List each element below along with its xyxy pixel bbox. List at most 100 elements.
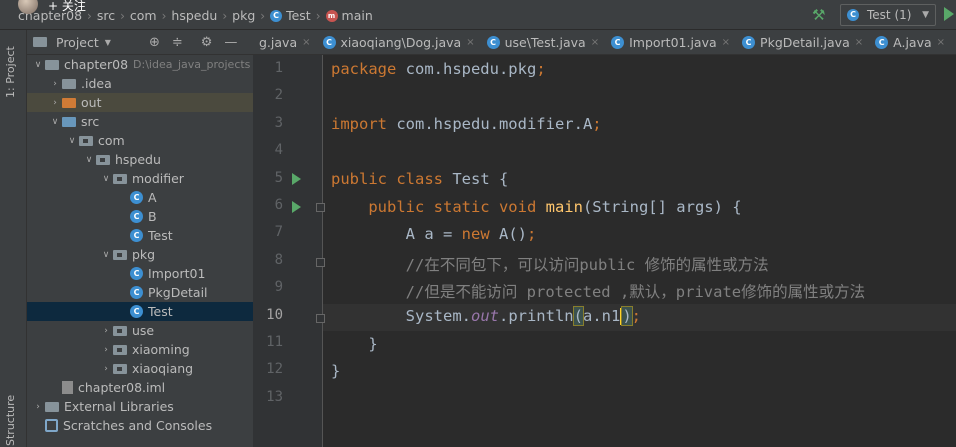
fold-marker-icon[interactable]: [316, 203, 325, 212]
run-main-icon[interactable]: [292, 201, 301, 213]
hide-panel-icon[interactable]: —: [224, 35, 237, 50]
class-icon: C: [130, 191, 143, 204]
line-number[interactable]: 11: [253, 334, 283, 350]
tree-item-chapter08[interactable]: ∨ chapter08 D:\idea_java_projects: [27, 55, 253, 74]
project-toolbar: Project ▼ ⊕ ≑ ⚙ —: [27, 30, 253, 55]
folder-icon: [62, 78, 76, 89]
chevron-down-icon[interactable]: ∨: [99, 174, 113, 184]
tree-item-out[interactable]: › out: [27, 93, 253, 112]
chevron-down-icon[interactable]: ∨: [31, 60, 45, 70]
tree-item-pkg[interactable]: ∨ pkg: [27, 245, 253, 264]
line-number[interactable]: 9: [253, 279, 283, 295]
fold-marker-icon[interactable]: [316, 314, 325, 323]
breadcrumb-hspedu[interactable]: hspedu: [171, 8, 217, 23]
tree-item-test[interactable]: C Test: [27, 302, 253, 321]
editor-tab-label: A.java: [893, 34, 932, 50]
close-icon[interactable]: ×: [722, 37, 730, 48]
tree-item-xiaoqiang[interactable]: › xiaoqiang: [27, 359, 253, 378]
chevron-down-icon[interactable]: ∨: [99, 250, 113, 260]
editor-tab-g-java[interactable]: g.java ×: [253, 30, 317, 54]
locate-target-icon[interactable]: ⊕: [149, 35, 160, 50]
close-icon[interactable]: ×: [937, 37, 945, 48]
line-number[interactable]: 5: [253, 170, 283, 186]
chevron-down-icon[interactable]: ▼: [105, 38, 111, 47]
editor-tab-pkgdetail-java[interactable]: C PkgDetail.java ×: [736, 30, 869, 54]
chevron-down-icon[interactable]: ∨: [82, 155, 96, 165]
chevron-right-icon[interactable]: ›: [48, 79, 62, 89]
run-class-icon[interactable]: [292, 173, 301, 185]
line-number[interactable]: 6: [253, 197, 283, 213]
build-hammer-icon[interactable]: ⚒: [812, 6, 825, 24]
tree-item-com[interactable]: ∨ com: [27, 131, 253, 150]
navigation-bar: + 关注 chapter08 › src › com › hspedu › pk…: [0, 0, 956, 30]
tree-item-hspedu[interactable]: ∨ hspedu: [27, 150, 253, 169]
tree-item-pkgdetail[interactable]: C PkgDetail: [27, 283, 253, 302]
class-icon: C: [322, 35, 336, 49]
chevron-down-icon[interactable]: ∨: [48, 117, 62, 127]
close-icon[interactable]: ×: [302, 37, 310, 48]
collapse-all-icon[interactable]: ≑: [172, 35, 183, 50]
line-number[interactable]: 3: [253, 115, 283, 131]
tree-item-chapter08-iml[interactable]: chapter08.iml: [27, 378, 253, 397]
editor-tab-a-java[interactable]: C A.java ×: [869, 30, 951, 54]
class-icon: C: [875, 35, 889, 49]
editor-tab-label: g.java: [259, 34, 298, 50]
chevron-right-icon[interactable]: ›: [31, 402, 45, 412]
gutter-divider: [322, 55, 323, 447]
line-number[interactable]: 2: [253, 87, 283, 103]
class-icon: C: [130, 267, 143, 280]
line-number[interactable]: 1: [253, 60, 283, 76]
tree-item--idea[interactable]: › .idea: [27, 74, 253, 93]
breadcrumb-src[interactable]: src: [97, 8, 115, 23]
editor-tab-use-test-java[interactable]: Cuse\Test.java ×: [481, 30, 606, 54]
breadcrumb-separator: ›: [87, 8, 92, 23]
tree-item-modifier[interactable]: ∨ modifier: [27, 169, 253, 188]
line-number[interactable]: 10: [253, 307, 283, 323]
breadcrumb-test[interactable]: Test: [286, 8, 311, 23]
follow-button[interactable]: + 关注: [48, 0, 86, 14]
fold-marker-icon[interactable]: [316, 258, 325, 267]
tree-item-scratches-and-consoles[interactable]: Scratches and Consoles: [27, 416, 253, 435]
run-configuration-select[interactable]: C Test (1) ▼: [840, 4, 936, 26]
project-tree: ∨ chapter08 D:\idea_java_projects › .idea › ou…: [27, 55, 253, 435]
code-line-1: package com.hspedu.pkg;: [331, 60, 546, 78]
editor-tab-xiaoqiang-dog-java[interactable]: Cxiaoqiang\Dog.java ×: [317, 30, 481, 54]
chevron-right-icon[interactable]: ›: [99, 326, 113, 336]
breadcrumb-pkg[interactable]: pkg: [232, 8, 255, 23]
tree-item-b[interactable]: CB: [27, 207, 253, 226]
tool-tab-structure[interactable]: Structure: [4, 390, 17, 446]
line-number[interactable]: 13: [253, 389, 283, 405]
chevron-down-icon[interactable]: ∨: [65, 136, 79, 146]
chevron-down-icon: ▼: [922, 10, 929, 20]
tree-item-label: chapter08.iml: [78, 380, 166, 395]
gear-icon[interactable]: ⚙: [201, 35, 213, 50]
editor-tab-label: xiaoqiang\Dog.java: [340, 34, 462, 50]
tree-item-use[interactable]: › use: [27, 321, 253, 340]
line-number[interactable]: 12: [253, 361, 283, 377]
close-icon[interactable]: ×: [466, 37, 474, 48]
tree-item-src[interactable]: ∨ src: [27, 112, 253, 131]
run-icon[interactable]: [944, 7, 954, 21]
tree-item-a[interactable]: CA: [27, 188, 253, 207]
tree-item-test[interactable]: C Test: [27, 226, 253, 245]
tool-tab-project[interactable]: 1: Project: [4, 38, 17, 98]
close-icon[interactable]: ×: [855, 37, 863, 48]
editor-tab-import01-java[interactable]: C Import01.java ×: [605, 30, 736, 54]
project-view-title[interactable]: Project: [56, 35, 99, 50]
left-tool-strip: 1: Project Structure: [0, 30, 27, 447]
method-icon: m: [325, 9, 338, 22]
breadcrumb-main[interactable]: main: [342, 8, 373, 23]
line-number[interactable]: 8: [253, 252, 283, 268]
tree-item-xiaoming[interactable]: › xiaoming: [27, 340, 253, 359]
close-icon[interactable]: ×: [591, 37, 599, 48]
chevron-right-icon[interactable]: ›: [99, 364, 113, 374]
tree-item-external-libraries[interactable]: › External Libraries: [27, 397, 253, 416]
chevron-right-icon[interactable]: ›: [48, 98, 62, 108]
breadcrumb-com[interactable]: com: [130, 8, 157, 23]
chevron-right-icon[interactable]: ›: [99, 345, 113, 355]
tree-item-import01[interactable]: C Import01: [27, 264, 253, 283]
line-number[interactable]: 4: [253, 142, 283, 158]
line-number[interactable]: 7: [253, 224, 283, 240]
editor-tab-label: use\Test.java: [504, 34, 586, 50]
code-editor[interactable]: [323, 55, 956, 447]
